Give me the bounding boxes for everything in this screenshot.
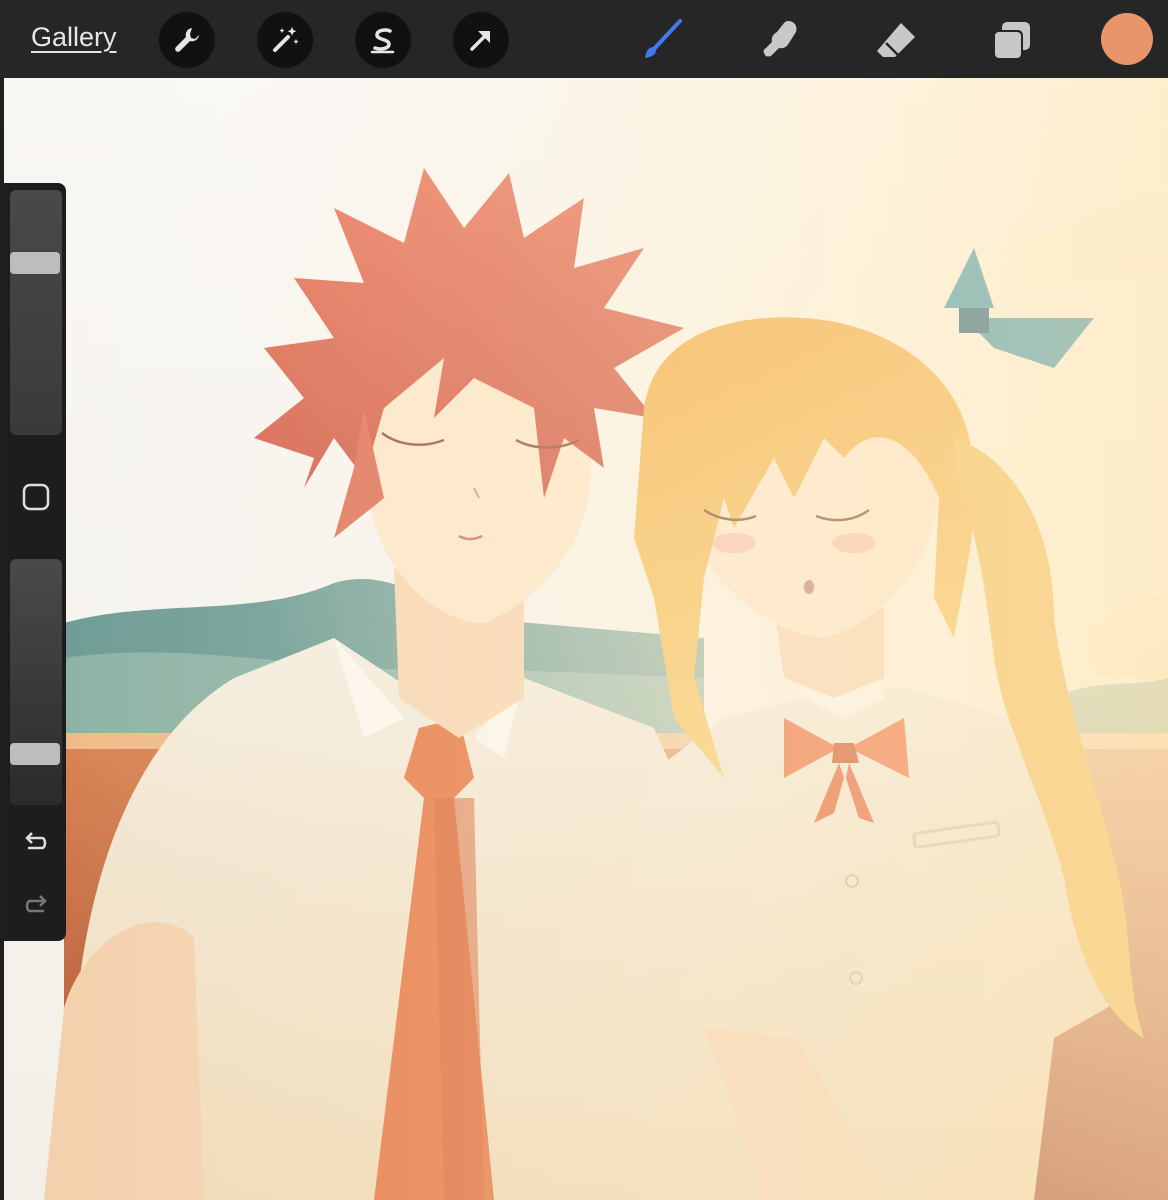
color-picker-button[interactable] [1101, 13, 1153, 65]
wrench-icon [175, 28, 199, 52]
brush-size-thumb[interactable] [10, 252, 60, 275]
adjustments-button[interactable] [257, 12, 313, 68]
brush-tool-button[interactable] [637, 14, 689, 66]
opacity-slider[interactable] [10, 559, 62, 805]
redo-icon [25, 895, 47, 913]
smudge-tool-button[interactable] [755, 14, 807, 66]
undo-icon [25, 832, 47, 850]
brush-size-slider[interactable] [10, 190, 62, 435]
brush-sidebar [4, 183, 66, 941]
brush-icon [645, 19, 682, 58]
actions-button[interactable] [159, 12, 215, 68]
eraser-tool-button[interactable] [870, 14, 922, 66]
canvas-artwork [4, 78, 1168, 1200]
transform-button[interactable] [453, 12, 509, 68]
layers-button[interactable] [986, 14, 1038, 66]
drawing-canvas[interactable] [4, 78, 1168, 1200]
arrow-cursor-icon [470, 31, 490, 51]
magic-wand-icon [273, 27, 299, 52]
opacity-thumb[interactable] [10, 742, 60, 765]
top-toolbar: Gallery [0, 0, 1168, 78]
smudge-finger-icon [763, 21, 797, 57]
selection-button[interactable] [355, 12, 411, 68]
modify-button[interactable] [18, 479, 54, 515]
gallery-button[interactable]: Gallery [31, 22, 117, 53]
redo-button[interactable] [18, 888, 54, 924]
layers-icon [993, 22, 1030, 60]
modify-square-icon [22, 483, 50, 511]
selection-s-icon [370, 28, 395, 54]
undo-button[interactable] [18, 825, 54, 861]
eraser-icon [877, 23, 915, 57]
